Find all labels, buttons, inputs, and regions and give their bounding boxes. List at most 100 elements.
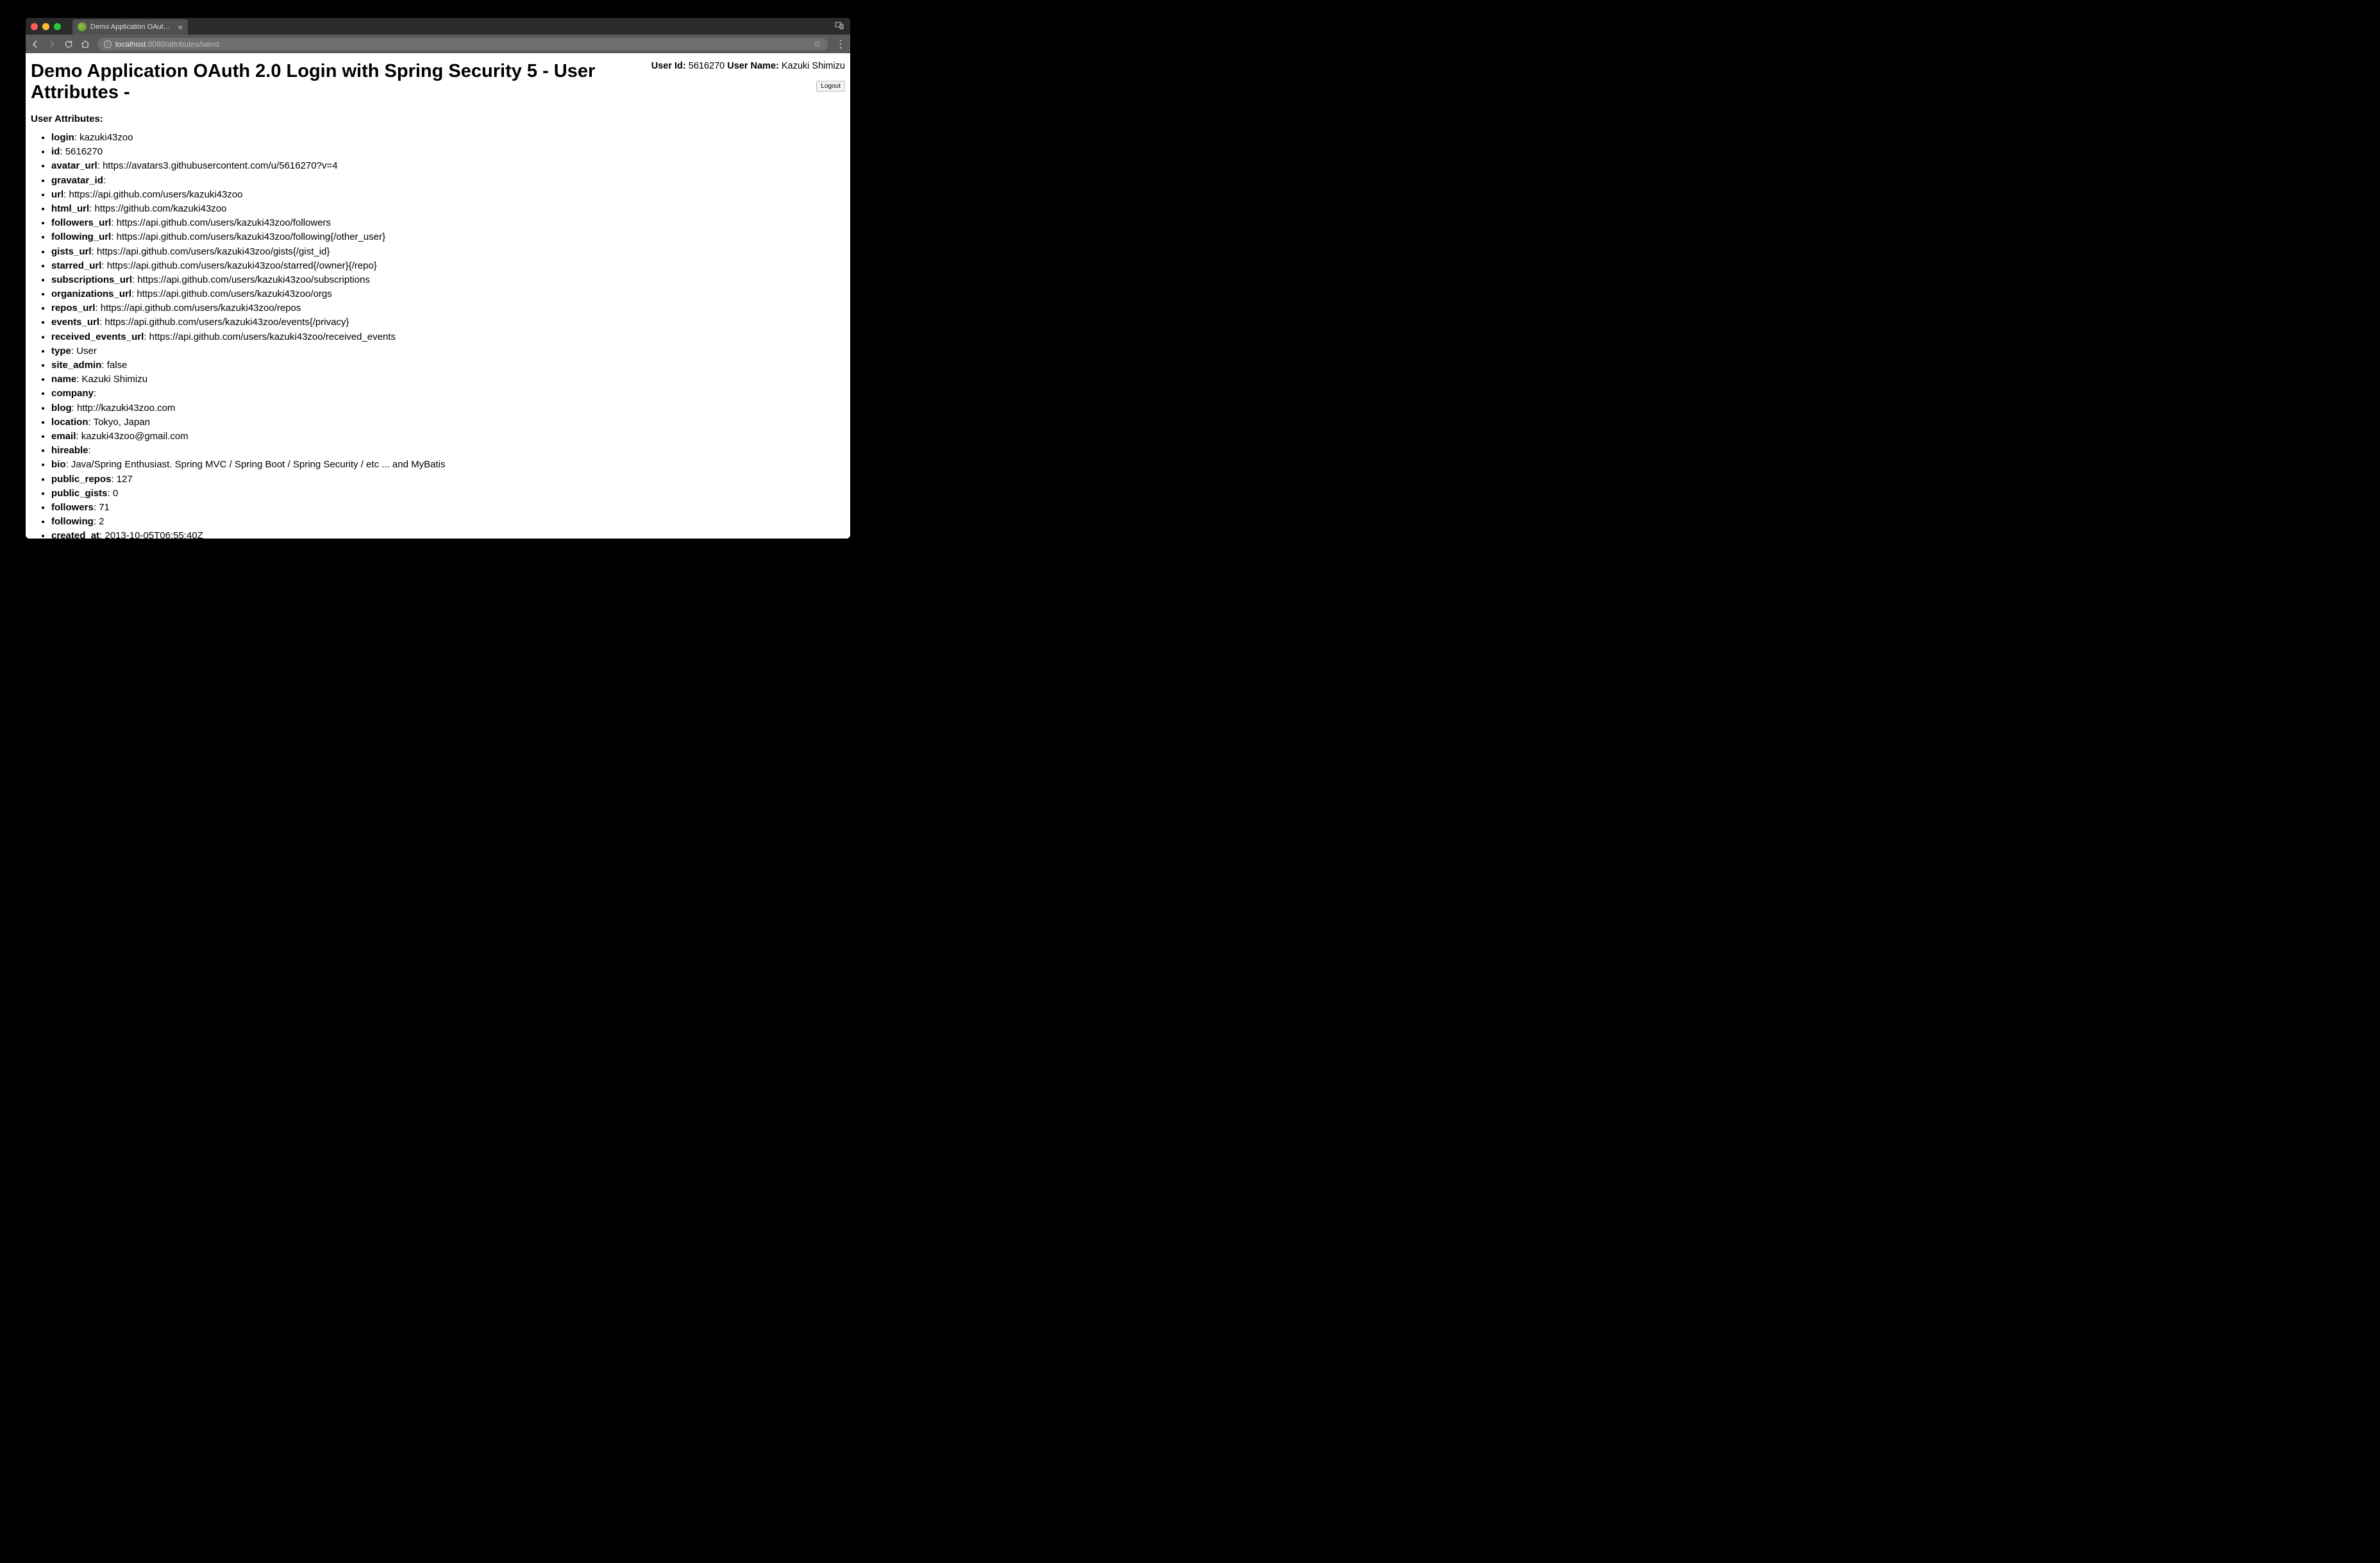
attribute-item: subscriptions_url: https://api.github.co… <box>51 273 845 287</box>
attribute-item: type: User <box>51 344 845 358</box>
attribute-value: https://api.github.com/users/kazuki43zoo… <box>117 217 331 228</box>
attribute-value: 71 <box>99 502 110 513</box>
attribute-item: location: Tokyo, Japan <box>51 415 845 430</box>
attribute-value: https://avatars3.githubusercontent.com/u… <box>103 160 338 171</box>
attribute-key: following <box>51 516 94 527</box>
attribute-key: type <box>51 346 71 356</box>
attribute-item: gravatar_id: <box>51 174 845 188</box>
attribute-item: avatar_url: https://avatars3.githubuserc… <box>51 159 845 173</box>
attribute-item: starred_url: https://api.github.com/user… <box>51 259 845 273</box>
section-title: User Attributes: <box>31 113 845 124</box>
user-id-label: User Id: <box>651 61 686 71</box>
attribute-item: created_at: 2013-10-05T06:55:40Z <box>51 529 845 539</box>
attribute-key: following_url <box>51 231 111 242</box>
attribute-value: https://api.github.com/users/kazuki43zoo… <box>101 303 301 313</box>
browser-tab[interactable]: Demo Application OAuth 2.0 L × <box>72 19 188 35</box>
attribute-value: https://api.github.com/users/kazuki43zoo… <box>149 331 396 342</box>
attribute-key: avatar_url <box>51 160 97 171</box>
attribute-value: 0 <box>113 488 118 499</box>
attribute-value: Kazuki Shimizu <box>82 374 148 385</box>
user-name-label: User Name: <box>727 61 779 71</box>
attribute-key: html_url <box>51 203 89 214</box>
attribute-item: followers: 71 <box>51 501 845 515</box>
attribute-value: https://api.github.com/users/kazuki43zoo… <box>137 288 331 299</box>
attribute-key: subscriptions_url <box>51 274 132 285</box>
tab-favicon <box>78 22 87 31</box>
attribute-key: bio <box>51 459 66 470</box>
logout-button[interactable]: Logout <box>816 81 845 92</box>
forward-button[interactable] <box>47 40 56 49</box>
user-info-block: User Id: 5616270 User Name: Kazuki Shimi… <box>651 57 845 92</box>
attribute-key: public_repos <box>51 474 111 485</box>
window-maximize-button[interactable] <box>54 23 61 30</box>
attribute-key: name <box>51 374 76 385</box>
attribute-key: blog <box>51 403 72 414</box>
url-path: :8080/attributes/latest <box>146 40 219 49</box>
window-minimize-button[interactable] <box>42 23 49 30</box>
attribute-key: events_url <box>51 317 99 328</box>
site-info-icon[interactable]: i <box>104 40 112 48</box>
attribute-value: http://kazuki43zoo.com <box>77 403 175 414</box>
user-name-value: Kazuki Shimizu <box>782 61 845 71</box>
attribute-key: received_events_url <box>51 331 144 342</box>
attribute-value: 2 <box>99 516 104 527</box>
attribute-value: 5616270 <box>65 146 103 157</box>
attribute-value: https://api.github.com/users/kazuki43zoo… <box>107 260 377 271</box>
attribute-item: name: Kazuki Shimizu <box>51 372 845 387</box>
page-title: Demo Application OAuth 2.0 Login with Sp… <box>31 61 651 103</box>
browser-toolbar: i localhost:8080/attributes/latest ☆ ⋮ <box>26 35 850 53</box>
attribute-value: User <box>76 346 97 356</box>
attribute-key: hireable <box>51 445 88 456</box>
attribute-value: kazuki43zoo <box>80 132 133 143</box>
attribute-key: followers <box>51 502 94 513</box>
attribute-item: following_url: https://api.github.com/us… <box>51 230 845 244</box>
attribute-item: url: https://api.github.com/users/kazuki… <box>51 188 845 202</box>
attribute-value: https://github.com/kazuki43zoo <box>95 203 227 214</box>
attribute-key: url <box>51 189 63 200</box>
bookmark-star-icon[interactable]: ☆ <box>813 38 821 49</box>
tab-close-icon[interactable]: × <box>178 22 183 32</box>
attribute-value: https://api.github.com/users/kazuki43zoo <box>69 189 243 200</box>
attribute-item: bio: Java/Spring Enthusiast. Spring MVC … <box>51 458 845 472</box>
tab-bar: Demo Application OAuth 2.0 L × <box>26 18 850 35</box>
attribute-key: site_admin <box>51 360 101 371</box>
attribute-key: starred_url <box>51 260 101 271</box>
attribute-key: created_at <box>51 530 99 539</box>
attribute-item: organizations_url: https://api.github.co… <box>51 287 845 301</box>
attribute-value: https://api.github.com/users/kazuki43zoo… <box>97 246 330 257</box>
attribute-item: site_admin: false <box>51 358 845 372</box>
attribute-item: events_url: https://api.github.com/users… <box>51 315 845 330</box>
attribute-item: login: kazuki43zoo <box>51 131 845 145</box>
reload-button[interactable] <box>64 40 73 49</box>
attribute-key: login <box>51 132 74 143</box>
attribute-key: followers_url <box>51 217 111 228</box>
attribute-value: false <box>107 360 128 371</box>
home-button[interactable] <box>81 40 90 49</box>
attribute-item: public_gists: 0 <box>51 487 845 501</box>
attribute-item: public_repos: 127 <box>51 472 845 487</box>
user-id-value: 5616270 <box>689 61 725 71</box>
window-controls <box>31 23 61 30</box>
attribute-value: https://api.github.com/users/kazuki43zoo… <box>117 231 385 242</box>
attribute-item: following: 2 <box>51 515 845 529</box>
page-viewport: Demo Application OAuth 2.0 Login with Sp… <box>26 53 850 539</box>
window-close-button[interactable] <box>31 23 38 30</box>
address-bar[interactable]: i localhost:8080/attributes/latest ☆ <box>97 38 828 51</box>
tab-title: Demo Application OAuth 2.0 L <box>90 23 174 31</box>
attribute-value: https://api.github.com/users/kazuki43zoo… <box>105 317 349 328</box>
attribute-item: followers_url: https://api.github.com/us… <box>51 216 845 230</box>
attribute-item: email: kazuki43zoo@gmail.com <box>51 430 845 444</box>
attribute-key: gists_url <box>51 246 92 257</box>
attribute-value: 127 <box>117 474 133 485</box>
attribute-value: 2013-10-05T06:55:40Z <box>105 530 203 539</box>
attribute-value: Tokyo, Japan <box>94 417 150 428</box>
devices-icon[interactable] <box>835 22 844 31</box>
attribute-item: company: <box>51 387 845 401</box>
url-host: localhost <box>115 40 146 49</box>
attribute-value: https://api.github.com/users/kazuki43zoo… <box>137 274 370 285</box>
attribute-key: id <box>51 146 60 157</box>
attribute-item: id: 5616270 <box>51 145 845 159</box>
browser-menu-icon[interactable]: ⋮ <box>835 38 845 51</box>
attribute-value: kazuki43zoo@gmail.com <box>81 431 189 442</box>
back-button[interactable] <box>31 40 40 49</box>
